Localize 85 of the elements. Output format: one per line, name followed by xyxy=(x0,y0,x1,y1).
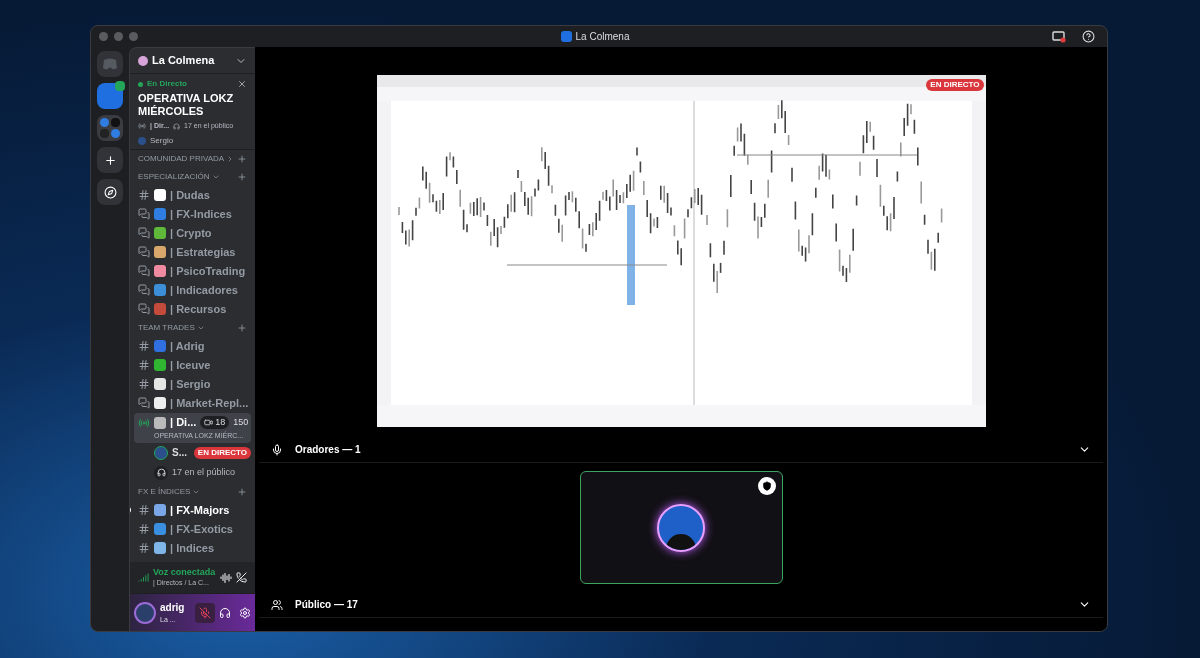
channel-name[interactable]: | FX-Indices xyxy=(170,207,232,221)
hash-icon xyxy=(138,523,150,535)
channel-name[interactable]: | Sergio xyxy=(170,377,211,391)
mic-toggle-button[interactable] xyxy=(195,602,215,623)
forum-icon xyxy=(138,303,150,315)
avatar-icon xyxy=(154,445,168,460)
disconnect-icon[interactable] xyxy=(236,572,247,583)
soundboard-icon[interactable] xyxy=(220,571,232,584)
window-zoom-button[interactable] xyxy=(129,32,138,41)
add-channel-icon[interactable] xyxy=(237,153,247,164)
forum-icon xyxy=(138,284,150,296)
forum-icon xyxy=(138,246,150,258)
forum-icon xyxy=(138,397,150,409)
discover-button[interactable] xyxy=(97,179,123,205)
add-channel-icon[interactable] xyxy=(237,171,247,182)
window-close-button[interactable] xyxy=(99,32,108,41)
server-folder-icon[interactable] xyxy=(97,115,123,141)
channel-name[interactable]: | PsicoTrading xyxy=(170,264,246,278)
server-icon[interactable] xyxy=(97,83,123,109)
channel-name[interactable]: | Dudas xyxy=(170,188,210,202)
window-title: La Colmena xyxy=(575,30,630,44)
channel-name[interactable]: | FX-Exotics xyxy=(170,522,233,536)
add-channel-icon[interactable] xyxy=(237,322,247,333)
live-badge: EN DIRECTO xyxy=(926,79,984,91)
channel-name: | Di... xyxy=(170,415,197,431)
stage-icon xyxy=(138,416,150,429)
user-name: adrig xyxy=(160,600,185,615)
people-icon xyxy=(271,598,283,611)
headphones-icon[interactable] xyxy=(219,606,231,619)
stream-video[interactable]: EN DIRECTO xyxy=(376,75,986,427)
avatar-icon xyxy=(138,136,146,145)
add-channel-icon[interactable] xyxy=(237,486,247,497)
add-server-button[interactable] xyxy=(97,147,123,173)
hash-icon xyxy=(138,359,150,371)
host-name: Sergio xyxy=(150,134,174,147)
headphones-icon xyxy=(154,465,168,480)
listener-count: 150 xyxy=(233,415,249,429)
close-icon[interactable] xyxy=(237,79,247,89)
channel-name[interactable]: | Market-Repl... xyxy=(170,396,249,410)
server-icon xyxy=(560,31,572,42)
category-header[interactable]: TEAM TRADES xyxy=(130,318,255,337)
settings-icon[interactable] xyxy=(239,606,251,619)
hash-icon xyxy=(138,504,150,516)
speaker-card[interactable] xyxy=(579,471,783,584)
section-header[interactable]: Oradores — 1 xyxy=(259,437,1103,463)
video-count: 18 xyxy=(200,415,230,430)
app-logo-icon[interactable] xyxy=(97,51,123,77)
compass-icon xyxy=(103,185,117,199)
help-icon[interactable] xyxy=(1082,30,1095,43)
window-minimize-button[interactable] xyxy=(114,32,123,41)
channel-name[interactable]: | Estrategias xyxy=(170,245,236,259)
audience-count: 17 en el público xyxy=(172,465,236,479)
category-header[interactable]: COMUNIDAD PRIVADA xyxy=(130,149,255,168)
hash-icon xyxy=(138,378,150,390)
live-badge: EN DIRECTO xyxy=(193,446,251,459)
speaker-avatar xyxy=(657,503,705,552)
forum-icon xyxy=(138,208,150,220)
channel-name[interactable]: | Adrig xyxy=(170,339,205,353)
forum-icon xyxy=(138,227,150,239)
user-avatar[interactable] xyxy=(134,601,156,624)
channel-name[interactable]: | Iceuve xyxy=(170,358,211,372)
server-name: La Colmena xyxy=(152,53,215,69)
speaker-name[interactable]: S... xyxy=(172,445,187,460)
microphone-icon xyxy=(271,443,283,456)
camera-icon xyxy=(204,418,214,427)
live-title: OPERATIVA LOKZ MIÉRCOLES xyxy=(138,92,235,118)
channel-name[interactable]: | FX-Majors xyxy=(170,503,230,517)
section-header[interactable]: Público — 17 xyxy=(259,592,1103,618)
forum-icon xyxy=(138,265,150,277)
category-header[interactable]: FX E ÍNDICES xyxy=(130,482,255,501)
signal-icon xyxy=(138,572,149,583)
channel-name[interactable]: | Indices xyxy=(170,541,215,555)
channel-name[interactable]: | Crypto xyxy=(170,226,212,240)
headphones-icon xyxy=(173,122,181,130)
plus-icon xyxy=(103,153,117,167)
hash-icon xyxy=(138,542,150,554)
hash-icon xyxy=(138,340,150,352)
stage-icon xyxy=(138,122,146,131)
channel-name[interactable]: | Recursos xyxy=(170,302,227,316)
category-header[interactable]: ESPECIALIZACIÓN xyxy=(130,167,255,186)
voice-status: Voz conectada xyxy=(153,566,216,579)
channel-name[interactable]: | Indicadores xyxy=(170,283,238,297)
live-status: En Directo xyxy=(147,78,187,90)
hash-icon xyxy=(138,189,150,201)
screen-share-icon[interactable] xyxy=(1052,30,1066,43)
